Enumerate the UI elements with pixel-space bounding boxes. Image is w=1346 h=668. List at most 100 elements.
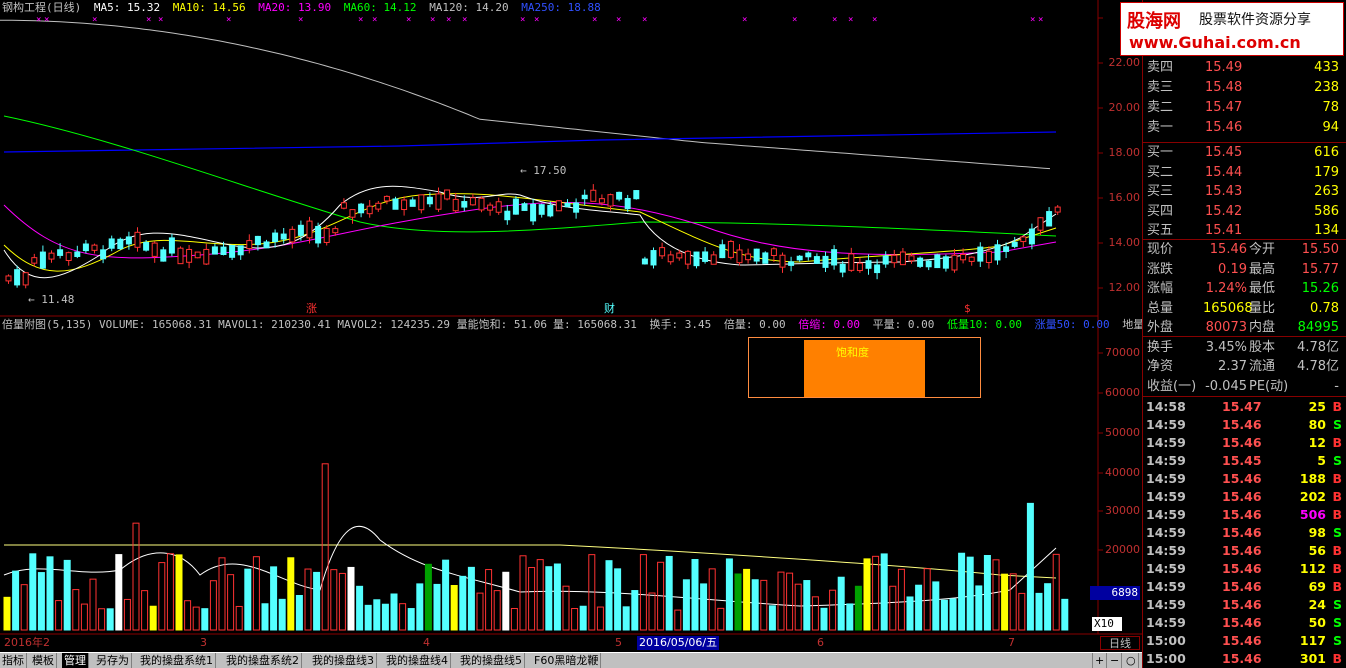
tab-system-1[interactable]: 我的操盘系统1	[138, 653, 216, 668]
volume-bar	[545, 566, 553, 631]
volume-bar	[459, 575, 467, 631]
candle-body	[1020, 236, 1027, 243]
price-tick-14: 14.00	[1108, 236, 1141, 249]
tab-template[interactable]: 模板	[30, 653, 57, 668]
candle-body	[82, 243, 89, 252]
tab-line-3[interactable]: 我的操盘线3	[310, 653, 377, 668]
volume-bar	[605, 560, 613, 631]
volume-bar	[227, 574, 235, 631]
stat-value: -	[1334, 378, 1339, 394]
stat-value: 0.78	[1310, 300, 1339, 316]
ask-volume: 433	[1314, 60, 1339, 75]
tick-price: 15.45	[1222, 453, 1262, 468]
bid-row-1: 买一 15.45 616	[1147, 143, 1343, 163]
tick-row: 14:59 15.46 506 B	[1146, 506, 1344, 524]
candle-body	[272, 232, 279, 243]
tab-system-2[interactable]: 我的操盘系统2	[224, 653, 302, 668]
volume-bar	[192, 606, 200, 631]
volume-bar	[304, 568, 312, 631]
volume-bar	[665, 555, 673, 631]
ma20-readout: MA20: 13.90	[258, 1, 332, 14]
volume-bar	[381, 603, 389, 631]
kline-chart-area[interactable]: ← 17.50 ← 11.48 涨财 $ × × × × × × × × × × × × × × × × × × × × × × ×…	[0, 0, 1184, 652]
volume-header: 倍量附图(5,135) VOLUME: 165068.31 MAVOL1: 21…	[2, 318, 553, 332]
candle-body	[590, 189, 597, 202]
tab-manage[interactable]: 管理	[62, 653, 89, 668]
tab-save-as[interactable]: 另存为	[94, 653, 132, 668]
stat-value: 80073	[1205, 320, 1247, 335]
tab-line-5[interactable]: 我的操盘线5	[458, 653, 525, 668]
zoom-in-button[interactable]: +	[1092, 653, 1108, 668]
volume-bar	[1009, 573, 1017, 631]
logo-name: 股海网	[1127, 11, 1181, 32]
volume-bar	[12, 570, 20, 631]
volume-bar	[201, 608, 209, 631]
candle-body	[177, 247, 184, 265]
volume-bar	[631, 590, 639, 631]
tab-indicator[interactable]: 指标	[0, 653, 27, 668]
volume-bar	[407, 608, 415, 631]
volume-bar	[72, 589, 80, 631]
tick-time: 14:59	[1146, 561, 1186, 576]
guhai-logo: 股海网 股票软件资源分享 www.Guhai.com.cn	[1120, 2, 1344, 56]
candle-body	[960, 253, 967, 261]
candle-body	[31, 257, 38, 264]
tick-price: 15.46	[1222, 525, 1262, 540]
vol-readout: 量: 165068.31	[553, 318, 637, 331]
reset-button[interactable]: ○	[1124, 653, 1139, 668]
tab-line-4[interactable]: 我的操盘线4	[384, 653, 451, 668]
stat-label: 最低	[1249, 281, 1276, 296]
period-selector[interactable]: 日线	[1100, 636, 1140, 650]
candle-body	[125, 236, 132, 245]
volume-bar	[863, 558, 871, 631]
tab-f60[interactable]: F60黑暗龙鞭	[532, 653, 602, 668]
tick-time: 14:59	[1146, 435, 1186, 450]
volume-bar	[751, 579, 759, 631]
candle-body	[942, 256, 949, 269]
tick-side: B	[1332, 399, 1342, 414]
x-tick-jul: 7	[1008, 636, 1015, 649]
volume-bar	[476, 592, 484, 631]
volume-bar	[235, 605, 243, 631]
candle-body	[555, 200, 562, 212]
tick-row: 14:59 15.46 24 S	[1146, 596, 1344, 614]
volume-bar	[803, 580, 811, 631]
vol-tick-30000: 30000	[1105, 504, 1140, 517]
tick-row: 14:59 15.46 56 B	[1146, 542, 1344, 560]
candle-body	[340, 202, 347, 209]
candle-body	[143, 241, 150, 251]
candle-body	[573, 202, 580, 213]
saturation-label: 饱和度	[836, 346, 869, 359]
tick-volume: 112	[1299, 561, 1326, 576]
zoom-out-button[interactable]: −	[1108, 653, 1123, 668]
volume-bar	[1052, 553, 1060, 631]
stat-label: 今开	[1249, 242, 1276, 257]
bid-label: 买四	[1147, 203, 1174, 219]
candle-body	[547, 204, 554, 217]
tick-price: 15.46	[1222, 615, 1262, 630]
volume-cursor-box: 6898	[1090, 586, 1140, 600]
candle-body	[667, 254, 674, 263]
candle-body	[246, 240, 253, 250]
stat-value: -0.045	[1205, 378, 1247, 394]
stat-row: 收益(一) -0.045 PE(动) -	[1147, 377, 1343, 397]
logo-slogan: 股票软件资源分享	[1199, 12, 1311, 28]
volume-bar	[1018, 592, 1026, 631]
volume-bar	[1061, 598, 1069, 631]
candle-body	[315, 225, 322, 244]
candle-body	[530, 203, 537, 222]
stat-value: 2.37	[1218, 359, 1247, 375]
volume-bar	[700, 583, 708, 631]
volume-bar	[321, 463, 329, 631]
stock-title: 钢构工程(日线)	[2, 1, 82, 14]
volume-bar	[614, 568, 622, 631]
candle-body	[100, 249, 107, 260]
volume-bar	[958, 552, 966, 631]
volume-bar	[579, 605, 587, 631]
candle-body	[1054, 206, 1061, 213]
volume-bar	[940, 599, 948, 631]
stat-label: PE(动)	[1249, 378, 1289, 394]
signal-marker: ×	[792, 15, 797, 25]
tick-side: S	[1332, 633, 1342, 648]
x-tick-feb: 2016年2	[4, 636, 50, 649]
